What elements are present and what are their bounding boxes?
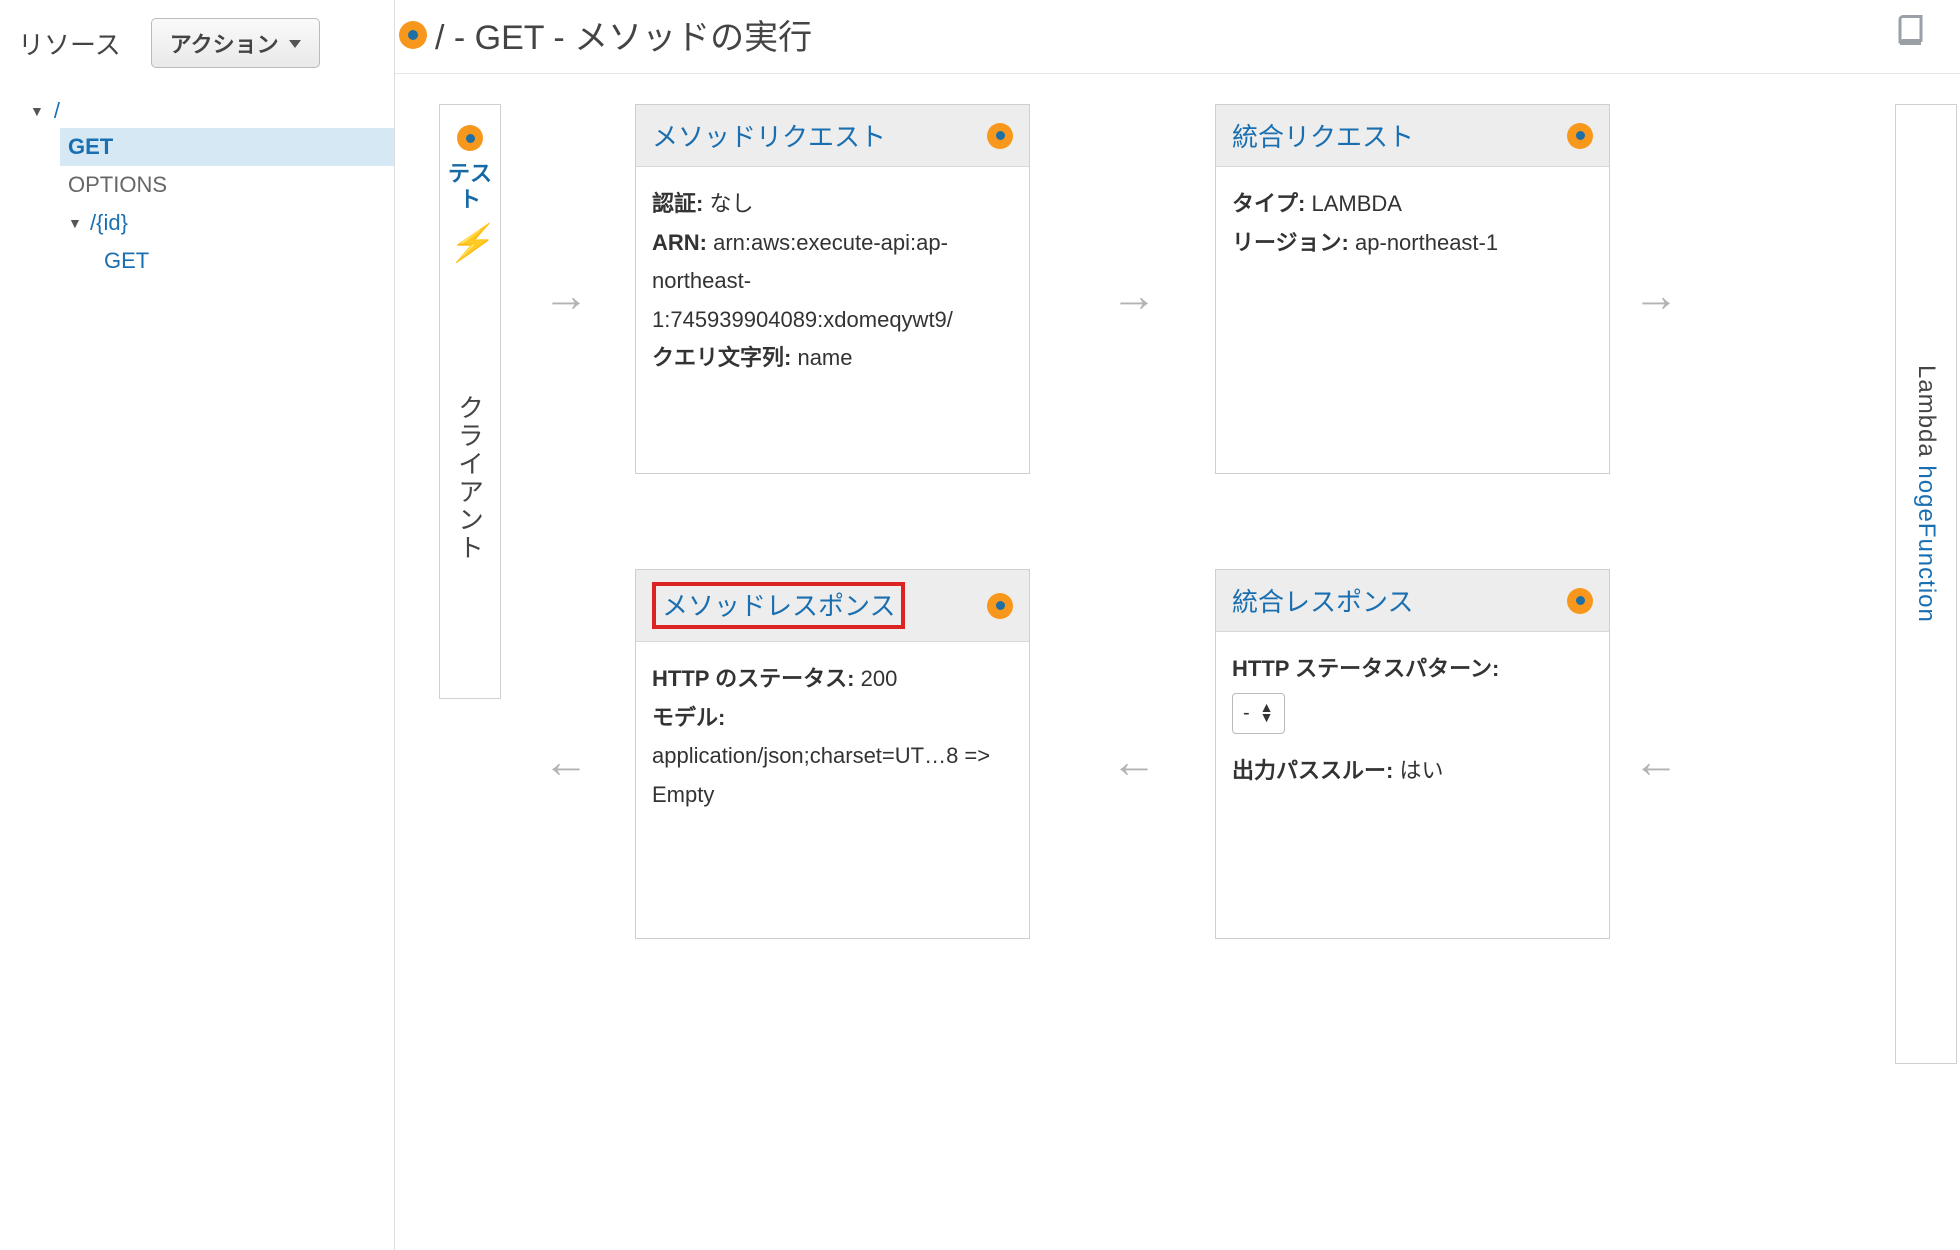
resource-tree: ▼ / GET OPTIONS ▼ /{id} GET [0,86,394,280]
arrow-right-icon: → [1633,272,1679,318]
bullet-icon [399,21,427,49]
pattern-value: - [1243,696,1250,731]
passthrough-value: はい [1399,758,1443,783]
sidebar: リソース アクション ▼ / GET OPTIONS ▼ /{id} [0,0,395,1250]
bullet-icon [987,123,1013,149]
card-method-response: メソッドレスポンス HTTP のステータス: 200 モデル: applicat… [635,569,1030,939]
actions-button[interactable]: アクション [151,18,320,68]
bullet-icon [457,125,483,151]
book-icon[interactable] [1894,12,1930,57]
method-flow: テス ト ⚡ クライアント Lambda hogeFunction → → → … [395,74,1960,1242]
region-value: ap-northeast-1 [1355,230,1498,255]
arrow-left-icon: ← [543,738,589,784]
query-label: クエリ文字列: [652,345,791,370]
query-value: name [797,345,852,370]
card-title-method-response[interactable]: メソッドレスポンス [662,591,895,621]
arrow-left-icon: ← [1633,738,1679,784]
pattern-label: HTTP ステータスパターン: [1232,656,1499,681]
model-label: モデル: [652,705,725,730]
card-title-integration-response[interactable]: 統合レスポンス [1232,582,1413,619]
arrow-left-icon: ← [1111,738,1157,784]
card-integration-request: 統合リクエスト タイプ: LAMBDA リージョン: ap-northeast-… [1215,104,1610,474]
tree-root[interactable]: ▼ / [24,94,394,128]
bullet-icon [1567,123,1593,149]
tree-item-id-path[interactable]: ▼ /{id} [60,204,394,242]
client-label: クライアント [452,394,489,562]
main-panel: / - GET - メソッドの実行 テス ト ⚡ クライアント Lambda h… [395,0,1960,1250]
type-label: タイプ: [1232,191,1305,216]
card-method-request: メソッドリクエスト 認証: なし ARN: arn:aws:execute-ap… [635,104,1030,474]
tree-item-id-get[interactable]: GET [96,242,394,280]
lambda-label: Lambda hogeFunction [1912,365,1940,623]
region-label: リージョン: [1232,230,1349,255]
tree-item-get[interactable]: GET [60,128,394,166]
bolt-icon: ⚡ [448,222,493,264]
type-value: LAMBDA [1311,191,1401,216]
sidebar-title: リソース [18,25,121,62]
card-title-method-request[interactable]: メソッドリクエスト [652,117,886,154]
chevron-down-icon [285,30,301,56]
status-label: HTTP のステータス: [652,666,854,691]
highlight-box: メソッドレスポンス [652,582,905,629]
actions-label: アクション [170,27,279,59]
auth-value: なし [709,191,753,216]
card-integration-response: 統合レスポンス HTTP ステータスパターン: - ▲▼ 出力パススルー: はい [1215,569,1610,939]
tree-root-label: / [54,98,60,124]
client-box: テス ト ⚡ クライアント [439,104,501,699]
arn-label: ARN: [652,230,707,255]
model-value: application/json;charset=UT…8 => Empty [652,737,1013,814]
auth-label: 認証: [652,191,703,216]
test-link[interactable]: テス ト ⚡ [448,161,493,264]
lambda-box[interactable]: Lambda hogeFunction [1895,104,1957,1064]
page-title: / - GET - メソッドの実行 [435,10,812,59]
bullet-icon [987,593,1013,619]
card-title-integration-request[interactable]: 統合リクエスト [1232,117,1414,154]
tree-item-label: GET [104,248,149,274]
tree-item-label: OPTIONS [68,172,167,198]
tree-item-label: /{id} [90,210,128,236]
arrow-right-icon: → [1111,272,1157,318]
tree-item-label: GET [68,134,113,160]
caret-down-icon: ▼ [30,103,44,119]
select-arrows-icon: ▲▼ [1260,703,1274,723]
passthrough-label: 出力パススルー: [1232,758,1393,783]
pattern-select[interactable]: - ▲▼ [1232,693,1285,734]
status-value: 200 [861,666,898,691]
tree-item-options[interactable]: OPTIONS [60,166,394,204]
bullet-icon [1567,588,1593,614]
caret-down-icon: ▼ [68,215,82,231]
page-header: / - GET - メソッドの実行 [395,6,1960,74]
arrow-right-icon: → [543,272,589,318]
